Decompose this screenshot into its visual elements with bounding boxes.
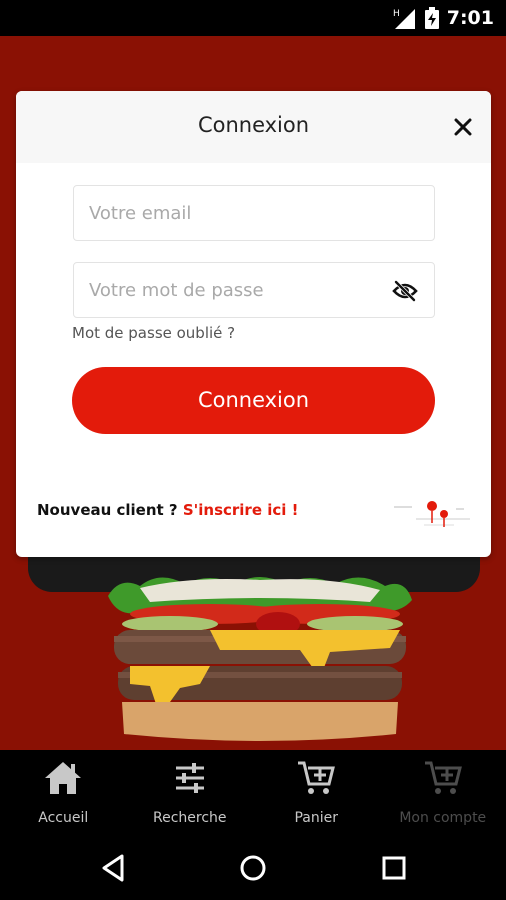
eye-off-icon[interactable]: [392, 279, 418, 303]
nav-item-panier[interactable]: Panier: [253, 750, 380, 836]
login-button[interactable]: Connexion: [72, 367, 435, 434]
signup-row: Nouveau client ? S'inscrire ici !: [37, 501, 298, 519]
cart-icon: [424, 761, 462, 794]
status-icons: H 7:01: [393, 6, 494, 30]
svg-text:H: H: [393, 9, 400, 19]
status-bar: H 7:01: [0, 0, 506, 36]
nav-item-mon-compte[interactable]: Mon compte: [380, 750, 506, 836]
system-navigation: [0, 836, 506, 900]
nav-label-recherche: Recherche: [152, 810, 227, 826]
home-circle-icon[interactable]: [237, 852, 269, 884]
nav-label-mon-compte: Mon compte: [399, 810, 487, 826]
nav-label-accueil: Accueil: [38, 810, 89, 826]
status-time: 7:01: [446, 7, 494, 29]
email-field[interactable]: [73, 185, 435, 241]
modal-title: Connexion: [197, 113, 310, 137]
login-modal: Connexion Mot de passe oublié ? Connexio…: [16, 91, 491, 557]
battery-charging-icon: [424, 7, 439, 29]
password-field[interactable]: [73, 262, 435, 318]
signal-icon: H: [393, 9, 415, 29]
home-icon: [45, 762, 82, 794]
password-input[interactable]: [74, 263, 434, 317]
burger-image: [108, 577, 412, 741]
new-client-text: Nouveau client ?: [37, 501, 183, 519]
recents-icon[interactable]: [378, 852, 410, 884]
email-input[interactable]: [74, 186, 434, 240]
signup-link[interactable]: S'inscrire ici !: [183, 501, 299, 519]
bottom-navigation: Accueil Recherche Panier Mon compte: [0, 750, 506, 836]
forgot-password-link[interactable]: Mot de passe oublié ?: [72, 324, 235, 342]
nav-item-recherche[interactable]: Recherche: [127, 750, 254, 836]
cart-icon: [298, 761, 336, 794]
nav-label-panier: Panier: [294, 810, 339, 826]
nav-item-accueil[interactable]: Accueil: [0, 750, 127, 836]
sliders-icon: [175, 763, 204, 793]
modal-header: Connexion: [16, 91, 491, 163]
back-icon[interactable]: [98, 852, 130, 884]
map-pins-illustration: [394, 501, 470, 527]
close-icon[interactable]: [451, 115, 475, 139]
